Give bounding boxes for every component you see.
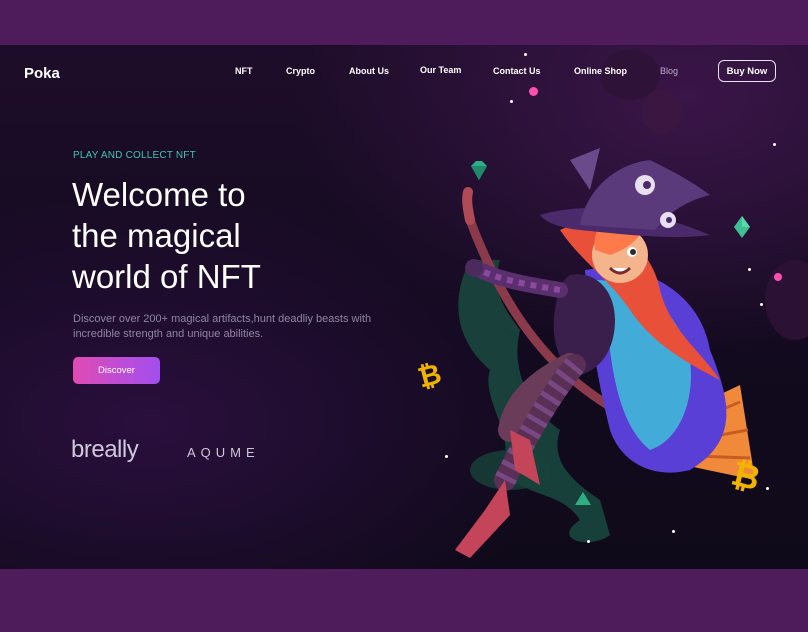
witch-illustration [455, 148, 755, 558]
gem-icon [471, 161, 487, 180]
nav-contact-us[interactable]: Contact Us [493, 66, 541, 76]
landing-page: Poka NFT Crypto About Us Our Team Contac… [0, 45, 808, 569]
gem-icon [575, 492, 591, 505]
partner-logo-breally: breally [71, 436, 139, 463]
brand-logo[interactable]: Poka [24, 65, 60, 82]
broom-stick [462, 187, 475, 225]
hat-eye-ornament [666, 217, 672, 223]
buy-now-button[interactable]: Buy Now [718, 60, 776, 82]
nav-online-shop[interactable]: Online Shop [574, 66, 627, 76]
nav-blog[interactable]: Blog [660, 66, 678, 76]
sparkle-dot [445, 455, 448, 458]
sparkle-dot [524, 53, 527, 56]
sparkle-dot [510, 100, 513, 103]
nav-crypto[interactable]: Crypto [286, 66, 315, 76]
sparkle-dot [760, 303, 763, 306]
bg-orb [642, 90, 682, 134]
nav-our-team[interactable]: Our Team [420, 65, 461, 75]
witch-hand [465, 259, 483, 277]
nav-about-us[interactable]: About Us [349, 66, 389, 76]
bitcoin-icon: ₿ [414, 358, 445, 392]
sparkle-dot [748, 268, 751, 271]
hero-title-line: the magical [72, 217, 241, 254]
discover-button[interactable]: Discover [73, 357, 160, 384]
sparkle-dot [766, 487, 769, 490]
sparkle-dot [672, 530, 675, 533]
hat-eye-ornament [643, 181, 651, 189]
witch-hat [570, 148, 600, 190]
bitcoin-icon: ₿ [728, 455, 764, 497]
gem-icon [734, 216, 750, 238]
witch-mouth [608, 266, 632, 275]
hero-title: Welcome to the magical world of NFT [72, 174, 372, 297]
witch-boot [455, 480, 510, 558]
hero-eyebrow: PLAY AND COLLECT NFT [73, 150, 196, 161]
sparkle-dot [774, 273, 782, 281]
sparkle-dot [773, 143, 776, 146]
sparkle-dot [587, 540, 590, 543]
witch-eye [630, 249, 636, 255]
hero-title-line: Welcome to [72, 176, 246, 213]
svg-text:₿: ₿ [728, 455, 764, 497]
sparkle-dot [529, 87, 538, 96]
partner-logo-aqume: AQUME [187, 445, 260, 460]
hero-title-line: world of NFT [72, 258, 261, 295]
hero-description: Discover over 200+ magical artifacts,hun… [73, 313, 372, 340]
svg-text:₿: ₿ [414, 358, 445, 392]
nav-nft[interactable]: NFT [235, 66, 253, 76]
